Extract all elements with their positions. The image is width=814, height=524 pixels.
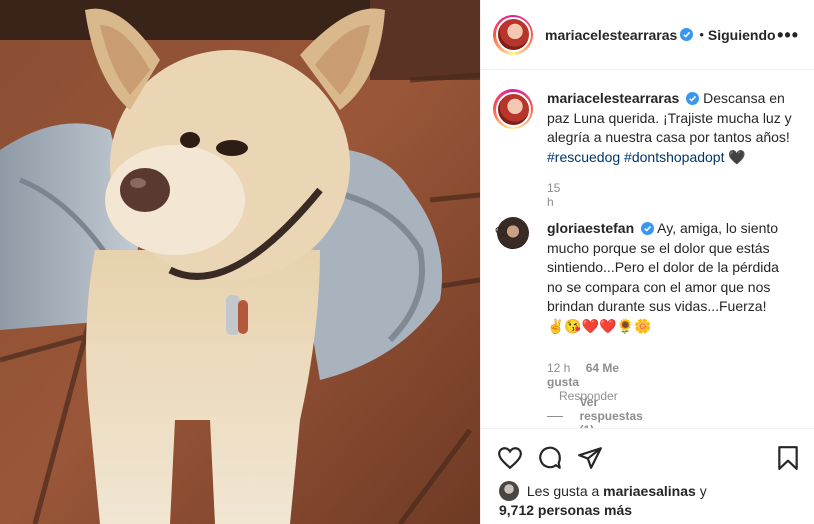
comment-text: Ay, amiga, lo siento mucho porque se el … <box>547 220 779 334</box>
following-button[interactable]: Siguiendo <box>708 27 776 43</box>
share-icon[interactable] <box>577 445 603 471</box>
like-heart-icon[interactable] <box>497 445 523 471</box>
verified-badge-icon <box>686 92 700 105</box>
replies-line <box>547 415 564 417</box>
liker-username[interactable]: mariaesalinas <box>603 483 696 499</box>
comment-body: gloriaestefan Ay, amiga, lo siento mucho… <box>547 219 781 336</box>
view-replies-label[interactable]: Ver respuestas (1) <box>579 395 650 428</box>
caption-emoji: 🖤 <box>728 148 746 165</box>
instagram-post-view: mariacelestearraras • Siguiendo ••• mari… <box>0 0 814 524</box>
post-header: mariacelestearraras • Siguiendo ••• <box>481 0 814 70</box>
comments-area[interactable]: mariacelestearraras Descansa en paz Luna… <box>481 71 814 428</box>
caption-body: mariacelestearraras Descansa en paz Luna… <box>547 89 797 167</box>
liker-avatar[interactable] <box>499 481 519 501</box>
author-avatar[interactable] <box>493 14 533 55</box>
post-actions: Les gusta a mariaesalinas y 9,712 person… <box>481 428 814 524</box>
post-side-panel: mariacelestearraras • Siguiendo ••• mari… <box>480 0 814 524</box>
likes-prefix: Les gusta a <box>526 483 600 499</box>
comment-like-heart-icon[interactable] <box>495 226 507 238</box>
follow-separator: • <box>699 27 704 42</box>
caption-hashtags[interactable]: #rescuedog #dontshopadopt <box>547 149 724 165</box>
caption-meta: 15 h <box>547 181 572 209</box>
author-username[interactable]: mariacelestearraras <box>545 27 677 43</box>
likes-summary: Les gusta a mariaesalinas y 9,712 person… <box>499 481 707 520</box>
caption-username[interactable]: mariacelestearraras <box>547 90 679 106</box>
comment-icon[interactable] <box>537 445 563 471</box>
comment-time[interactable]: 12 h <box>547 361 570 375</box>
comment-username[interactable]: gloriaestefan <box>547 220 634 236</box>
view-replies-button[interactable]: Ver respuestas (1) <box>547 395 650 428</box>
verified-badge-icon <box>680 28 694 41</box>
caption-avatar[interactable] <box>493 89 533 129</box>
verified-badge-icon <box>641 222 655 235</box>
post-photo[interactable] <box>0 0 480 524</box>
dog-photo-image <box>0 0 480 524</box>
bookmark-icon[interactable] <box>775 445 801 471</box>
caption-time[interactable]: 15 h <box>547 181 560 209</box>
likes-count[interactable]: 9,712 personas más <box>499 502 632 518</box>
more-options-icon[interactable]: ••• <box>777 25 799 46</box>
likes-conj: y <box>699 483 707 499</box>
